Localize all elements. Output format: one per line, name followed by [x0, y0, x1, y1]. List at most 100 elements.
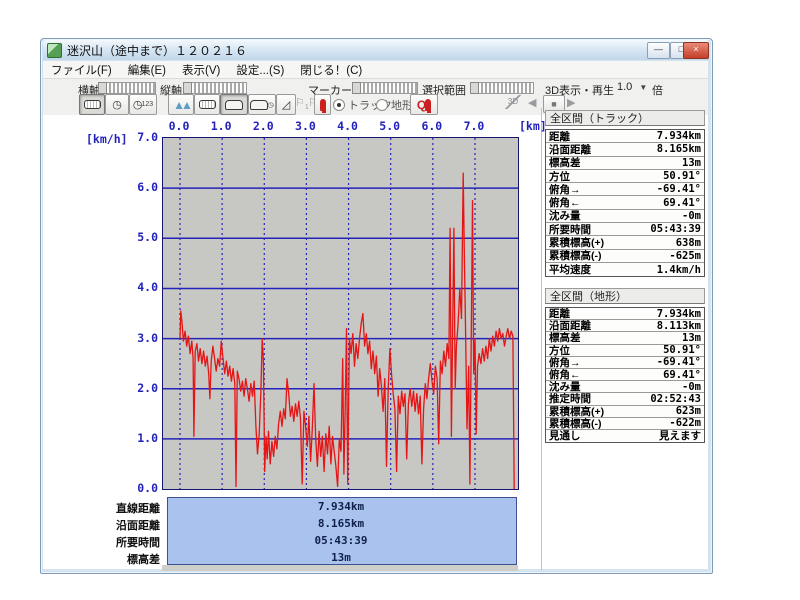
play-back-button-disabled: ◀: [528, 96, 536, 109]
x-axis-tick: 5.0: [375, 119, 405, 133]
marker-pin-icon: [425, 99, 431, 111]
menu-item[interactable]: 表示(V): [174, 62, 228, 78]
vaxis-slider[interactable]: [183, 82, 247, 94]
stat-value: 623m: [676, 405, 701, 417]
window-title: 迷沢山（途中まで）１２０２１６: [67, 42, 247, 59]
vaxis-elevation-button[interactable]: ▲▲: [168, 94, 194, 115]
radio-on-icon: [333, 99, 345, 111]
speed-line-series: [180, 173, 514, 489]
speed-chart-svg: [163, 138, 518, 489]
x-axis-tick: 4.0: [333, 119, 363, 133]
vaxis-speed-button[interactable]: [220, 94, 248, 115]
x-axis-tick: 7.0: [459, 119, 489, 133]
stat-value: 638m: [676, 237, 701, 249]
menu-bar: ファイル(F)編集(E)表示(V)設定...(S)閉じる！(C): [43, 61, 708, 79]
minimize-button[interactable]: —: [647, 42, 670, 59]
table-row: 平均速度1.4km/h: [546, 263, 704, 276]
track-panel-header: 全区間（トラック）: [545, 110, 705, 126]
menu-item[interactable]: 設定...(S): [228, 62, 292, 78]
stat-label: 累積標高(-): [549, 248, 602, 263]
haxis-distance-button[interactable]: [79, 94, 105, 115]
stop-icon: ■: [551, 99, 556, 109]
stat-value: 13m: [682, 157, 701, 169]
flag1-icon-disabled: ⚐1: [295, 96, 309, 111]
q-marker-icon: Q: [417, 98, 425, 112]
panel-divider: [541, 108, 542, 570]
y-axis-tick: 3.0: [126, 331, 158, 345]
haxis-slider[interactable]: [98, 82, 156, 94]
summary-row-value: 13m: [167, 551, 515, 568]
summary-row-value: 8.165km: [167, 517, 515, 534]
close-button[interactable]: ×: [683, 42, 709, 59]
app-icon: [47, 43, 62, 58]
clock-icon: ◷: [112, 98, 122, 111]
speed-chart-plot[interactable]: [162, 137, 519, 490]
menu-item[interactable]: 編集(E): [120, 62, 174, 78]
marker-slider[interactable]: [352, 82, 418, 94]
title-bar[interactable]: 迷沢山（途中まで）１２０２１６: [43, 40, 709, 60]
stat-value: -625m: [669, 250, 701, 262]
chevron-down-icon: ▼: [639, 83, 647, 92]
stat-value: 50.91°: [663, 170, 701, 182]
x-axis-tick: 1.0: [206, 119, 236, 133]
vaxis-distance-button[interactable]: [194, 94, 220, 115]
stat-value: -69.41°: [657, 356, 701, 368]
stat-value: 見えます: [659, 428, 701, 443]
car-icon: [225, 100, 243, 110]
stat-value: 69.41°: [663, 197, 701, 209]
table-row: 累積標高(-) -625m: [546, 250, 704, 263]
summary-row-label: 所要時間: [58, 534, 160, 551]
stat-value: -622m: [669, 417, 701, 429]
x-axis-unit-label: [km]: [519, 119, 547, 133]
vaxis-pace-button[interactable]: ◷: [248, 94, 276, 115]
radio-off-icon: [376, 99, 388, 111]
stat-value: 50.91°: [663, 344, 701, 356]
playback-speed-value: 1.0: [617, 81, 632, 93]
slope-icon: ◿: [282, 98, 290, 111]
radio-terrain[interactable]: 地形: [376, 97, 413, 113]
y-axis-tick: 2.0: [126, 381, 158, 395]
stat-value: 7.934km: [657, 130, 701, 142]
x-axis-tick: 6.0: [417, 119, 447, 133]
haxis-time-button[interactable]: ◷: [105, 94, 129, 115]
clock-numbers-label: 123: [141, 101, 153, 108]
car-icon: [250, 100, 268, 110]
y-axis-tick: 4.0: [126, 280, 158, 294]
summary-row-label: 標高差: [58, 551, 160, 568]
summary-row-label: 沿面距離: [58, 517, 160, 534]
y-axis-tick: 7.0: [126, 130, 158, 144]
stat-value: -0m: [682, 210, 701, 222]
menu-item[interactable]: 閉じる！(C): [292, 62, 370, 78]
y-axis-tick: 1.0: [126, 431, 158, 445]
summary-row-label: 直線距離: [58, 500, 160, 517]
stat-value: 8.165km: [657, 143, 701, 155]
play-forward-button-disabled: ▶: [567, 96, 575, 109]
summary-row-value: 05:43:39: [167, 534, 515, 551]
marker-button[interactable]: [314, 94, 331, 115]
ruler-icon: [84, 100, 101, 109]
terrain-panel-table: 距離7.934km沿面距離8.113km標高差13m方位50.91°俯角→-69…: [545, 307, 705, 443]
selection-slider[interactable]: [470, 82, 534, 94]
stat-value: -69.41°: [657, 183, 701, 195]
track-panel-table: 距離7.934km沿面距離8.165km標高差13m方位50.91°俯角→-69…: [545, 129, 705, 277]
menu-item[interactable]: ファイル(F): [43, 62, 120, 78]
stat-label: 平均速度: [549, 262, 591, 277]
vaxis-slope-button[interactable]: ◿: [276, 94, 296, 115]
stat-label: 見通し: [549, 428, 581, 443]
mountain-icon: ▲▲: [173, 98, 189, 112]
ruler-icon: [199, 100, 216, 109]
view3d-toggle-icon-disabled: 3D: [505, 95, 521, 109]
y-axis-tick: 0.0: [126, 481, 158, 495]
clock-icon: ◷: [267, 101, 273, 109]
x-axis-tick: 2.0: [248, 119, 278, 133]
summary-row-value: 7.934km: [167, 500, 515, 517]
selection-marker-button[interactable]: Q: [410, 94, 438, 115]
stat-value: 69.41°: [663, 369, 701, 381]
x-axis-tick: 3.0: [290, 119, 320, 133]
stat-value: -0m: [682, 381, 701, 393]
y-axis-tick: 6.0: [126, 180, 158, 194]
stat-value: 8.113km: [657, 320, 701, 332]
playback-speed-select[interactable]: 1.0 ▼: [617, 81, 647, 93]
haxis-time-number-button[interactable]: ◷123: [129, 94, 157, 115]
table-row: 見通し 見えます: [546, 430, 704, 442]
